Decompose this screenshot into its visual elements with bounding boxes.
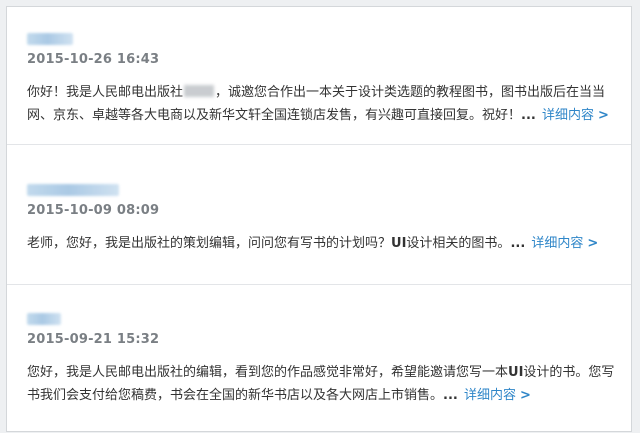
chevron-right-icon: > xyxy=(587,236,599,251)
divider xyxy=(7,284,631,285)
details-link-label: 详细内容 xyxy=(531,236,584,251)
sender-name-blurred[interactable] xyxy=(27,33,73,45)
details-link[interactable]: 详细内容 > xyxy=(531,236,598,251)
details-link-label: 详细内容 xyxy=(463,388,516,403)
divider xyxy=(7,144,631,145)
ellipsis: ... xyxy=(443,388,458,403)
ellipsis: ... xyxy=(521,108,536,123)
message-body: 老师，您好，我是出版社的策划编辑，问问您有写书的计划吗？UI设计相关的图书。..… xyxy=(27,232,617,255)
message-timestamp: 2015-09-21 15:32 xyxy=(27,332,160,347)
details-link[interactable]: 详细内容 > xyxy=(464,388,531,403)
message-text: 老师，您好，我是出版社的策划编辑，问问您有写书的计划吗？ xyxy=(27,236,392,251)
message-text: 设计相关的图书。 xyxy=(406,236,511,251)
redacted-name xyxy=(184,85,215,97)
message-body: 你好！我是人民邮电出版社 ，诚邀您合作出一本关于设计类选题的教程图书，图书出版后在… xyxy=(27,81,617,127)
details-link-label: 详细内容 xyxy=(541,108,594,123)
message-text-bold: UI xyxy=(508,365,524,380)
message-item: 2015-09-21 15:32 您好，我是人民邮电出版社的编辑，看到您的作品感… xyxy=(27,313,617,407)
message-item: 2015-10-26 16:43 你好！我是人民邮电出版社 ，诚邀您合作出一本关于… xyxy=(27,33,617,127)
message-item: 2015-10-09 08:09 老师，您好，我是出版社的策划编辑，问问您有写书… xyxy=(27,184,617,255)
message-text-bold: UI xyxy=(391,236,407,251)
ellipsis: ... xyxy=(510,236,526,251)
message-body: 您好，我是人民邮电出版社的编辑，看到您的作品感觉非常好，希望能邀请您写一本UI设… xyxy=(27,361,617,407)
message-text: 您好，我是人民邮电出版社的编辑，看到您的作品感觉非常好，希望能邀请您写一本 xyxy=(27,365,509,380)
sender-name-blurred[interactable] xyxy=(27,184,119,196)
chevron-right-icon: > xyxy=(520,388,531,403)
message-text: 你好！我是人民邮电出版社 xyxy=(27,85,184,100)
details-link[interactable]: 详细内容 > xyxy=(542,108,609,123)
sender-name-blurred[interactable] xyxy=(27,313,61,325)
message-timestamp: 2015-10-09 08:09 xyxy=(27,203,160,218)
message-timestamp: 2015-10-26 16:43 xyxy=(27,52,160,67)
chevron-right-icon: > xyxy=(598,108,609,123)
message-list: 2015-10-26 16:43 你好！我是人民邮电出版社 ，诚邀您合作出一本关于… xyxy=(6,6,632,432)
